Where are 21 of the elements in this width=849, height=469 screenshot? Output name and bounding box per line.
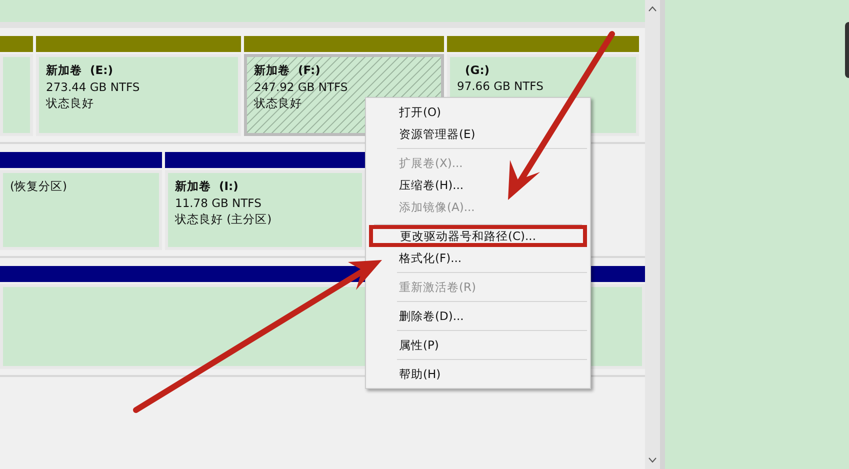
volume-name: 新加卷 (I:) bbox=[175, 179, 240, 194]
volume-size: 97.66 GB NTFS bbox=[457, 79, 544, 93]
scrollbar[interactable] bbox=[645, 0, 660, 469]
scroll-down-icon bbox=[648, 457, 657, 463]
volume-name: 新加卷 (F:) bbox=[254, 63, 322, 78]
menu-item[interactable]: 更改驱动器号和路径(C)... bbox=[369, 225, 587, 247]
partition-block[interactable]: 新加卷 (I:) 11.78 GB NTFS 状态良好 (主分区) bbox=[165, 170, 365, 250]
partition-block[interactable]: 新加卷 (E:) 273.44 GB NTFS 状态良好 bbox=[36, 54, 241, 136]
volume-status: 状态良好 bbox=[46, 96, 95, 111]
volume-status: (恢复分区) bbox=[10, 179, 68, 194]
menu-item[interactable]: 压缩卷(H)... bbox=[369, 174, 587, 196]
scroll-up-icon bbox=[648, 6, 657, 12]
volume-name: 新加卷 (E:) bbox=[46, 63, 114, 78]
volume-size: 273.44 GB NTFS bbox=[46, 80, 141, 94]
partition-block[interactable]: (恢复分区) bbox=[0, 170, 162, 250]
volume-status: 状态良好 (主分区) bbox=[175, 212, 273, 227]
volume-size: 11.78 GB NTFS bbox=[175, 196, 262, 210]
menu-item[interactable]: 格式化(F)... bbox=[369, 247, 587, 269]
volume-name: (G:) bbox=[464, 63, 491, 77]
volume-status: 状态良好 bbox=[254, 96, 303, 111]
volume-size: 247.92 GB NTFS bbox=[254, 80, 349, 94]
